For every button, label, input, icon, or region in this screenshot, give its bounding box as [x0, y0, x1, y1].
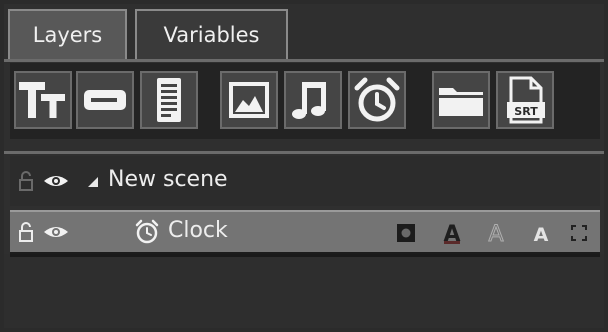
document-tool-button[interactable] [140, 71, 198, 129]
unlocked-icon[interactable] [18, 170, 34, 192]
alarm-clock-icon [354, 77, 400, 122]
svg-text:A: A [534, 224, 549, 245]
row-divider [10, 254, 600, 257]
font-style-icon[interactable]: A [530, 221, 552, 245]
layer-row-scene[interactable]: New scene [10, 156, 600, 206]
toolbar-divider [4, 151, 604, 154]
expand-triangle-icon[interactable] [86, 175, 100, 189]
clock-tool-button[interactable] [348, 71, 406, 129]
tab-divider [4, 59, 604, 62]
layer-list-empty-area [4, 254, 604, 328]
alarm-clock-icon [135, 219, 159, 244]
tab-variables[interactable]: Variables [135, 9, 288, 59]
svg-text:A: A [488, 222, 503, 246]
srt-label: SRT [514, 105, 538, 118]
folder-tool-button[interactable] [432, 71, 490, 129]
toolbar: SRT [10, 63, 600, 139]
document-icon [157, 78, 181, 122]
text-icon [19, 82, 65, 118]
image-icon [229, 82, 269, 118]
fullscreen-icon[interactable] [570, 224, 588, 242]
eye-icon[interactable] [42, 173, 70, 189]
scene-label: New scene [108, 167, 228, 192]
music-note-icon [292, 82, 326, 119]
audio-tool-button[interactable] [284, 71, 342, 129]
subtitle-tool-button[interactable]: SRT [496, 71, 554, 129]
eye-icon[interactable] [42, 224, 70, 240]
text-tool-button[interactable] [14, 71, 72, 129]
tab-variables-label: Variables [163, 23, 260, 47]
tab-layers-label: Layers [32, 23, 103, 47]
image-tool-button[interactable] [220, 71, 278, 129]
srt-file-icon: SRT [507, 76, 545, 124]
background-color-icon[interactable] [396, 223, 416, 243]
textbox-icon [84, 90, 126, 110]
tab-layers[interactable]: Layers [8, 9, 127, 59]
font-outline-icon[interactable]: A [484, 220, 508, 247]
layer-row-clock[interactable]: Clock A A A [10, 210, 600, 254]
unlocked-icon[interactable] [18, 221, 34, 243]
textbox-tool-button[interactable] [76, 71, 134, 129]
clock-layer-label: Clock [168, 218, 228, 243]
font-bold-icon[interactable]: A [440, 220, 464, 246]
folder-icon [439, 88, 483, 116]
